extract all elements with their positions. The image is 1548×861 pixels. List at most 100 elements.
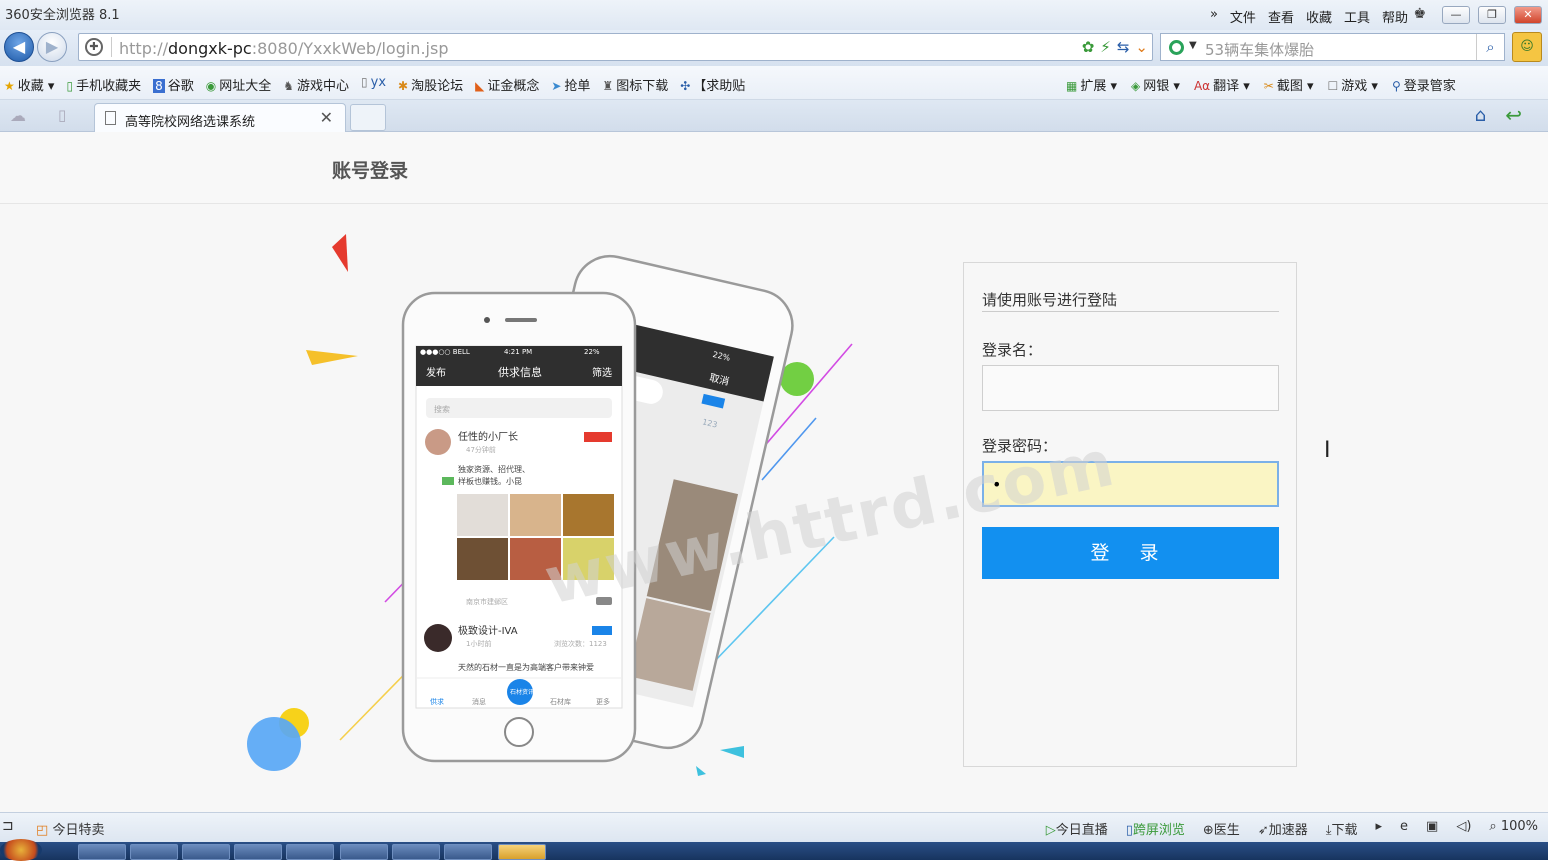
taskbar-item[interactable] [234, 844, 282, 860]
compat-mode-icon[interactable]: ⇆ [1117, 38, 1130, 56]
home-icon[interactable]: ⌂ [1475, 105, 1486, 126]
taskbar-item[interactable] [182, 844, 230, 860]
page-header: 账号登录 [0, 132, 1548, 204]
status-crossscreen[interactable]: ▯跨屏浏览 [1126, 819, 1185, 838]
search-engine-dropdown-icon[interactable]: ▼ [1189, 40, 1197, 51]
taskbar-item[interactable] [444, 844, 492, 860]
start-button[interactable] [0, 839, 42, 861]
fav-item[interactable]: ▯ yx [361, 75, 386, 94]
favorites-bar: ★ 收藏 ▾ ▯ 手机收藏夹 8 谷歌 ◉ 网址大全 ♞ 游戏中心 ▯ yx ✱ 淘股论坛 ◣… [0, 66, 1548, 100]
status-accelerator[interactable]: ➶加速器 [1258, 819, 1308, 838]
search-box[interactable]: ▼ 53辆车集体爆胎 ⌕ [1160, 33, 1505, 61]
tab-active[interactable]: 高等院校网络选课系统 ✕ [94, 103, 346, 132]
user-avatar[interactable]: ☺ [1512, 32, 1542, 62]
svg-text:供求: 供求 [430, 697, 444, 706]
menu-tools[interactable]: 工具 [1344, 7, 1370, 26]
fav-item[interactable]: 8 谷歌 [153, 75, 194, 94]
window-title: 360安全浏览器 8.1 [5, 8, 120, 23]
taskbar-item[interactable] [392, 844, 440, 860]
username-label: 登录名： [982, 341, 1043, 359]
menu-more[interactable]: » [1210, 7, 1218, 26]
search-engine-icon[interactable] [1169, 40, 1184, 55]
toolbar-login-manager[interactable]: ⚲ 登录管家 [1392, 75, 1456, 94]
refresh-icon[interactable]: ✿ [1082, 38, 1095, 56]
login-button[interactable]: 登 录 [982, 527, 1279, 579]
svg-text:●●●○○ BELL: ●●●○○ BELL [420, 348, 470, 356]
fav-item[interactable]: ◣ 证金概念 [475, 75, 539, 94]
lightning-icon[interactable]: ⚡ [1100, 38, 1111, 56]
chevron-down-icon[interactable]: ⌄ [1135, 38, 1148, 56]
fav-item[interactable]: ◉ 网址大全 [206, 75, 272, 94]
security-shield-icon[interactable]: ✚ [85, 38, 103, 56]
status-bar: ⊐ ◰ 今日特卖 ▷今日直播 ▯跨屏浏览 ⊕医生 ➶加速器 ⤓下载 ▸ e ▣ … [0, 812, 1548, 842]
flag-icon: ◣ [475, 79, 485, 93]
green-dot-shape [780, 362, 814, 396]
search-input[interactable]: 53辆车集体爆胎 [1205, 39, 1314, 60]
menu-file[interactable]: 文件 [1230, 7, 1256, 26]
toolbar-games[interactable]: ☐ 游戏 ▾ [1328, 75, 1378, 94]
gamepad-icon: ♞ [283, 79, 294, 93]
page-title: 账号登录 [332, 160, 409, 182]
search-icon[interactable]: ⌕ [1476, 34, 1504, 60]
svg-text:47分钟前: 47分钟前 [466, 445, 496, 454]
front-phone: ●●●○○ BELL 4:21 PM 22% 发布 供求信息 筛选 搜索 任性的… [401, 291, 637, 763]
fav-item[interactable]: ★ 收藏 ▾ [4, 75, 54, 94]
fav-item[interactable]: ▯ 手机收藏夹 [66, 75, 141, 94]
toolbar-screenshot[interactable]: ✂ 截图 ▾ [1264, 75, 1314, 94]
svg-text:样板也赚钱。小昆: 样板也赚钱。小昆 [458, 476, 522, 486]
fav-item[interactable]: ✣ 【求助贴 [680, 75, 745, 94]
svg-text:任性的小厂长: 任性的小厂长 [458, 430, 518, 443]
svg-text:天然的石材一直是为高端客户带来钟爱: 天然的石材一直是为高端客户带来钟爱 [458, 662, 594, 672]
toolbar-extensions[interactable]: ▦ 扩展 ▾ [1066, 75, 1117, 94]
menu-favorites[interactable]: 收藏 [1306, 7, 1332, 26]
fav-item[interactable]: ➤ 抢单 [551, 75, 590, 94]
status-download[interactable]: ⤓下载 [1326, 819, 1358, 838]
gamepad-icon: ☐ [1327, 79, 1339, 93]
minimize-button[interactable]: — [1442, 6, 1470, 24]
toolbar-translate[interactable]: Aα 翻译 ▾ [1194, 75, 1250, 94]
undo-arrow-icon[interactable]: ↩ [1505, 103, 1522, 127]
daily-deals-link[interactable]: ◰ 今日特卖 [36, 819, 104, 838]
close-window-button[interactable]: ✕ [1514, 6, 1542, 24]
fav-item[interactable]: ✱ 淘股论坛 [398, 75, 463, 94]
cyan-triangle-shape [720, 746, 744, 758]
fav-item[interactable]: ♜ 图标下载 [602, 75, 668, 94]
taskbar-item-active[interactable] [498, 844, 546, 860]
zoom-level[interactable]: ⌕ 100% [1489, 819, 1538, 838]
cloud-icon[interactable]: ☁ [10, 106, 26, 125]
speaker-icon[interactable]: ◁) [1456, 819, 1471, 838]
address-bar[interactable]: ✚ http://dongxk-pc:8080/YxxkWeb/login.js… [78, 33, 1153, 61]
toolbar-bank[interactable]: ◈ 网银 ▾ [1131, 75, 1180, 94]
mobile-icon[interactable]: ▯ [58, 106, 66, 124]
feedback-icon[interactable]: ▸ [1376, 819, 1383, 838]
close-tab-icon[interactable]: ✕ [320, 108, 333, 127]
window-icon[interactable]: ▣ [1426, 819, 1438, 838]
sidebar-toggle-icon[interactable]: ⊐ [2, 818, 14, 834]
username-input[interactable] [982, 365, 1279, 411]
url-text[interactable]: http://dongxk-pc:8080/YxxkWeb/login.jsp [119, 39, 448, 58]
svg-text:发布: 发布 [426, 366, 446, 379]
svg-text:筛选: 筛选 [592, 366, 612, 379]
tab-label: 高等院校网络选课系统 [125, 115, 256, 130]
svg-text:4:21 PM: 4:21 PM [504, 348, 532, 356]
status-doctor[interactable]: ⊕医生 [1203, 819, 1240, 838]
figure-icon: ♜ [602, 79, 614, 93]
taskbar-item[interactable] [78, 844, 126, 860]
taskbar-item[interactable] [340, 844, 388, 860]
skin-icon[interactable]: ♚ [1413, 6, 1426, 22]
ie-icon[interactable]: e [1400, 819, 1408, 838]
status-live[interactable]: ▷今日直播 [1046, 819, 1108, 838]
tab-bar: ☁ ▯ 高等院校网络选课系统 ✕ ⌂ ↩ [0, 100, 1548, 132]
new-tab-button[interactable] [350, 104, 386, 131]
doctor-icon: ⊕ [1202, 823, 1214, 838]
menu-help[interactable]: 帮助 [1382, 7, 1408, 26]
menu-view[interactable]: 查看 [1268, 7, 1294, 26]
back-button[interactable]: ◀ [4, 32, 34, 62]
fav-item[interactable]: ♞ 游戏中心 [283, 75, 349, 94]
maximize-button[interactable]: ❐ [1478, 6, 1506, 24]
globe-icon: ◉ [205, 79, 217, 93]
svg-text:22%: 22% [584, 348, 600, 356]
taskbar-item[interactable] [130, 844, 178, 860]
forward-button[interactable]: ▶ [37, 32, 67, 62]
taskbar-item[interactable] [286, 844, 334, 860]
